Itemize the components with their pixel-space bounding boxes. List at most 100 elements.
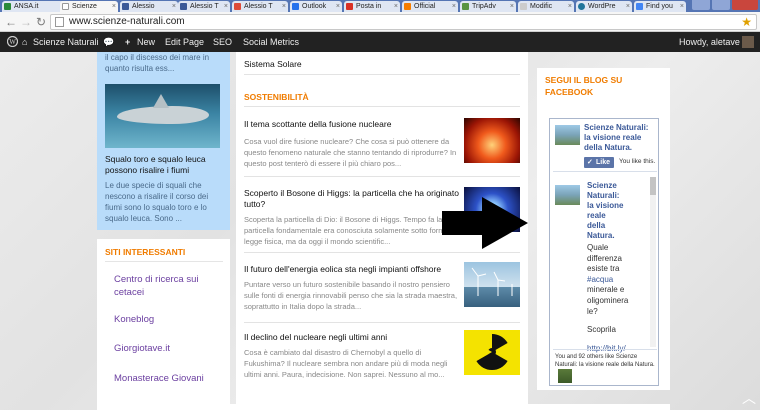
- comments-icon[interactable]: 💬: [103, 32, 114, 52]
- page-thumbnail-image[interactable]: [555, 125, 580, 145]
- fb-post-author[interactable]: Scienze Naturali: la visione reale della…: [587, 181, 647, 241]
- close-tab-icon[interactable]: ×: [680, 1, 684, 12]
- siti-link[interactable]: Monasterace Giovani: [114, 373, 204, 384]
- minimize-button[interactable]: [692, 0, 710, 10]
- page-content: il capo il discesso dei mare in quanto r…: [0, 52, 760, 410]
- bookmark-star-icon[interactable]: ★: [741, 15, 752, 29]
- browser-tab[interactable]: Official ×: [402, 1, 458, 12]
- browser-tab[interactable]: Outlook ×: [290, 1, 342, 12]
- post-title[interactable]: Il tema scottante della fusione nucleare: [244, 119, 459, 130]
- plus-icon[interactable]: +: [125, 32, 130, 52]
- wpbar-seo[interactable]: SEO: [213, 32, 232, 52]
- browser-tab[interactable]: Alessio T ×: [232, 1, 288, 12]
- close-tab-icon[interactable]: ×: [224, 1, 228, 12]
- browser-tab[interactable]: Alessio ×: [120, 1, 178, 12]
- home-icon[interactable]: ⌂: [22, 32, 27, 52]
- browser-tab[interactable]: Modific ×: [518, 1, 574, 12]
- siti-heading: SITI INTERESSANTI: [105, 247, 186, 257]
- browser-toolbar: ← → ↻ www.scienze-naturali.com ★: [0, 12, 760, 32]
- browser-tab[interactable]: Find you ×: [634, 1, 686, 12]
- browser-tab[interactable]: Alessio T ×: [178, 1, 230, 12]
- post-excerpt: Cosa vuol dire fusione nucleare? Che cos…: [244, 137, 457, 168]
- wordpress-favicon-icon: [578, 3, 585, 10]
- left-post-card: il capo il discesso dei mare in quanto r…: [97, 52, 230, 230]
- post-author-thumbnail-image[interactable]: [555, 185, 580, 205]
- divider: [244, 106, 520, 107]
- post-title[interactable]: Il futuro dell'energia eolica sta negli …: [244, 264, 459, 275]
- facebook-widget: SEGUI IL BLOG SU FACEBOOK Scienze Natura…: [537, 68, 670, 390]
- close-tab-icon[interactable]: ×: [394, 1, 398, 12]
- wpbar-new[interactable]: New: [137, 32, 155, 52]
- close-tab-icon[interactable]: ×: [452, 1, 456, 12]
- fan-avatar[interactable]: [558, 369, 572, 383]
- close-tab-icon[interactable]: ×: [626, 1, 630, 12]
- reload-icon[interactable]: ↻: [36, 15, 46, 29]
- close-tab-icon[interactable]: ×: [336, 1, 340, 12]
- divider: [553, 349, 657, 350]
- wpbar-edit-page[interactable]: Edit Page: [165, 32, 204, 52]
- post-title[interactable]: Scoperto il Bosone di Higgs: la particel…: [244, 188, 459, 210]
- close-tab-icon[interactable]: ×: [112, 1, 116, 12]
- gmail-favicon-icon: [346, 3, 353, 10]
- fb-scrollbar[interactable]: [650, 177, 656, 347]
- close-window-button[interactable]: [732, 0, 758, 10]
- browser-tab[interactable]: Posta in ×: [344, 1, 400, 12]
- close-tab-icon[interactable]: ×: [510, 1, 514, 12]
- post-title[interactable]: Il declino del nucleare negli ultimi ann…: [244, 332, 459, 343]
- outlook-favicon-icon: [292, 3, 299, 10]
- browser-tab[interactable]: TripAdv ×: [460, 1, 516, 12]
- siti-link[interactable]: Centro di ricerca sui cetacei: [114, 273, 214, 299]
- divider: [244, 322, 520, 323]
- annotation-arrow-icon: [442, 197, 528, 249]
- divider: [105, 261, 223, 262]
- wind-turbines-icon: [471, 267, 513, 296]
- wind-turbine-thumbnail-image[interactable]: [464, 262, 520, 307]
- shark-image[interactable]: [105, 84, 220, 148]
- fb-page-name[interactable]: Scienze Naturali: la visione reale della…: [584, 123, 656, 153]
- siti-interessanti-widget: SITI INTERESSANTI Centro di ricerca sui …: [97, 239, 230, 410]
- fb-scrollbar-thumb[interactable]: [650, 177, 656, 195]
- radiation-icon: [473, 334, 508, 371]
- wpbar-social-metrics[interactable]: Social Metrics: [243, 32, 299, 52]
- url-text: www.scienze-naturali.com: [69, 16, 185, 27]
- maximize-button[interactable]: [712, 0, 730, 10]
- ansa-favicon-icon: [4, 3, 11, 10]
- section-heading: SOSTENIBILITÀ: [244, 92, 309, 102]
- wpbar-site-name[interactable]: Scienze Naturali: [33, 32, 99, 52]
- fb-like-button[interactable]: ✓ Like: [584, 157, 615, 168]
- left-post-title[interactable]: Squalo toro e squalo leuca possono risal…: [105, 154, 223, 176]
- browser-tab-active[interactable]: Scienze ×: [60, 1, 118, 12]
- prev-link[interactable]: Sistema Solare: [244, 59, 302, 69]
- post-excerpt: Puntare verso un futuro sostenibile basa…: [244, 280, 458, 311]
- close-tab-icon[interactable]: ×: [568, 1, 572, 12]
- svg-text:W: W: [9, 38, 16, 46]
- close-tab-icon[interactable]: ×: [282, 1, 286, 12]
- back-arrow-icon[interactable]: ←: [5, 15, 17, 29]
- page-icon: [55, 17, 64, 27]
- wordpress-logo-icon[interactable]: W: [6, 32, 19, 54]
- divider: [244, 74, 520, 75]
- fb-you-like: You like this.: [619, 158, 656, 165]
- divider: [244, 252, 520, 253]
- facebook-favicon-icon: [122, 3, 129, 10]
- browser-tab[interactable]: WordPre ×: [576, 1, 632, 12]
- address-bar[interactable]: www.scienze-naturali.com ★: [50, 14, 757, 30]
- shark-body-shape: [117, 106, 209, 124]
- page-favicon-icon: [636, 3, 643, 10]
- googleplus-favicon-icon: [234, 3, 241, 10]
- siti-link[interactable]: Koneblog: [114, 314, 154, 325]
- facebook-heading: SEGUI IL BLOG SU FACEBOOK: [545, 75, 623, 97]
- post-excerpt: Cosa è cambiato dal disastro di Chernoby…: [244, 348, 448, 379]
- radiation-thumbnail-image[interactable]: [464, 330, 520, 375]
- close-tab-icon[interactable]: ×: [172, 1, 176, 12]
- wpbar-howdy[interactable]: Howdy, aletave: [679, 32, 740, 52]
- chevron-up-icon[interactable]: ︿: [742, 388, 756, 408]
- forward-arrow-icon[interactable]: →: [20, 15, 32, 29]
- fb-post-text: Quale differenza esiste tra #acqua miner…: [587, 243, 629, 353]
- siti-link[interactable]: Giorgiotave.it: [114, 343, 170, 354]
- thumbs-up-icon: ✓: [587, 159, 593, 166]
- browser-tab-strip: ANSA.it× Scienze× Alessio× Alessio T× Al…: [0, 0, 760, 12]
- fusion-thumbnail-image[interactable]: [464, 118, 520, 163]
- avatar[interactable]: [742, 36, 754, 48]
- blogger-favicon-icon: [404, 3, 411, 10]
